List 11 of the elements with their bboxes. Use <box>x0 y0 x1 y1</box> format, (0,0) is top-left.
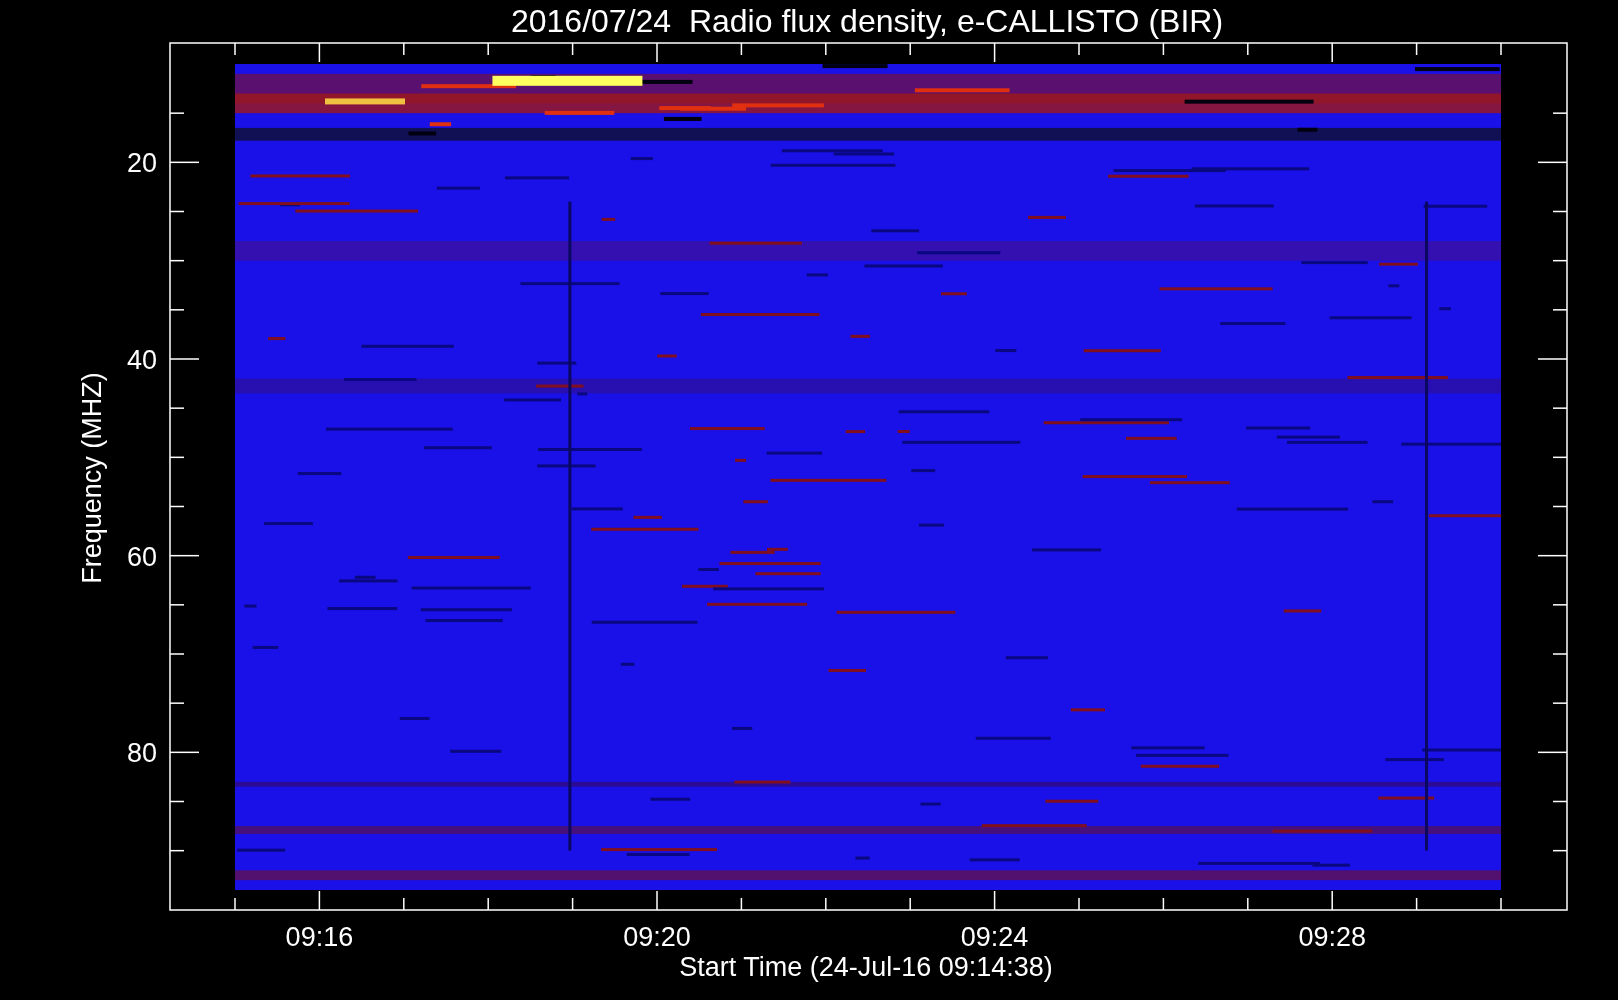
x-tick-label: 09:24 <box>960 922 1029 952</box>
chart-title: 2016/07/24 Radio flux density, e-CALLISTO (BIR) <box>510 3 1224 39</box>
x-tick-label: 09:20 <box>623 922 691 952</box>
y-tick-label: 20 <box>126 148 157 179</box>
y-axis-label: Frequency (MHZ) <box>77 372 107 584</box>
x-axis-label: Start Time (24-Jul-16 09:14:38) <box>679 952 1053 982</box>
y-tick-label: 40 <box>126 345 157 375</box>
y-tick-label: 80 <box>126 738 157 769</box>
y-tick-label: 60 <box>126 541 157 572</box>
x-tick-label: 09:16 <box>285 922 354 952</box>
x-tick-label: 09:28 <box>1298 922 1366 952</box>
